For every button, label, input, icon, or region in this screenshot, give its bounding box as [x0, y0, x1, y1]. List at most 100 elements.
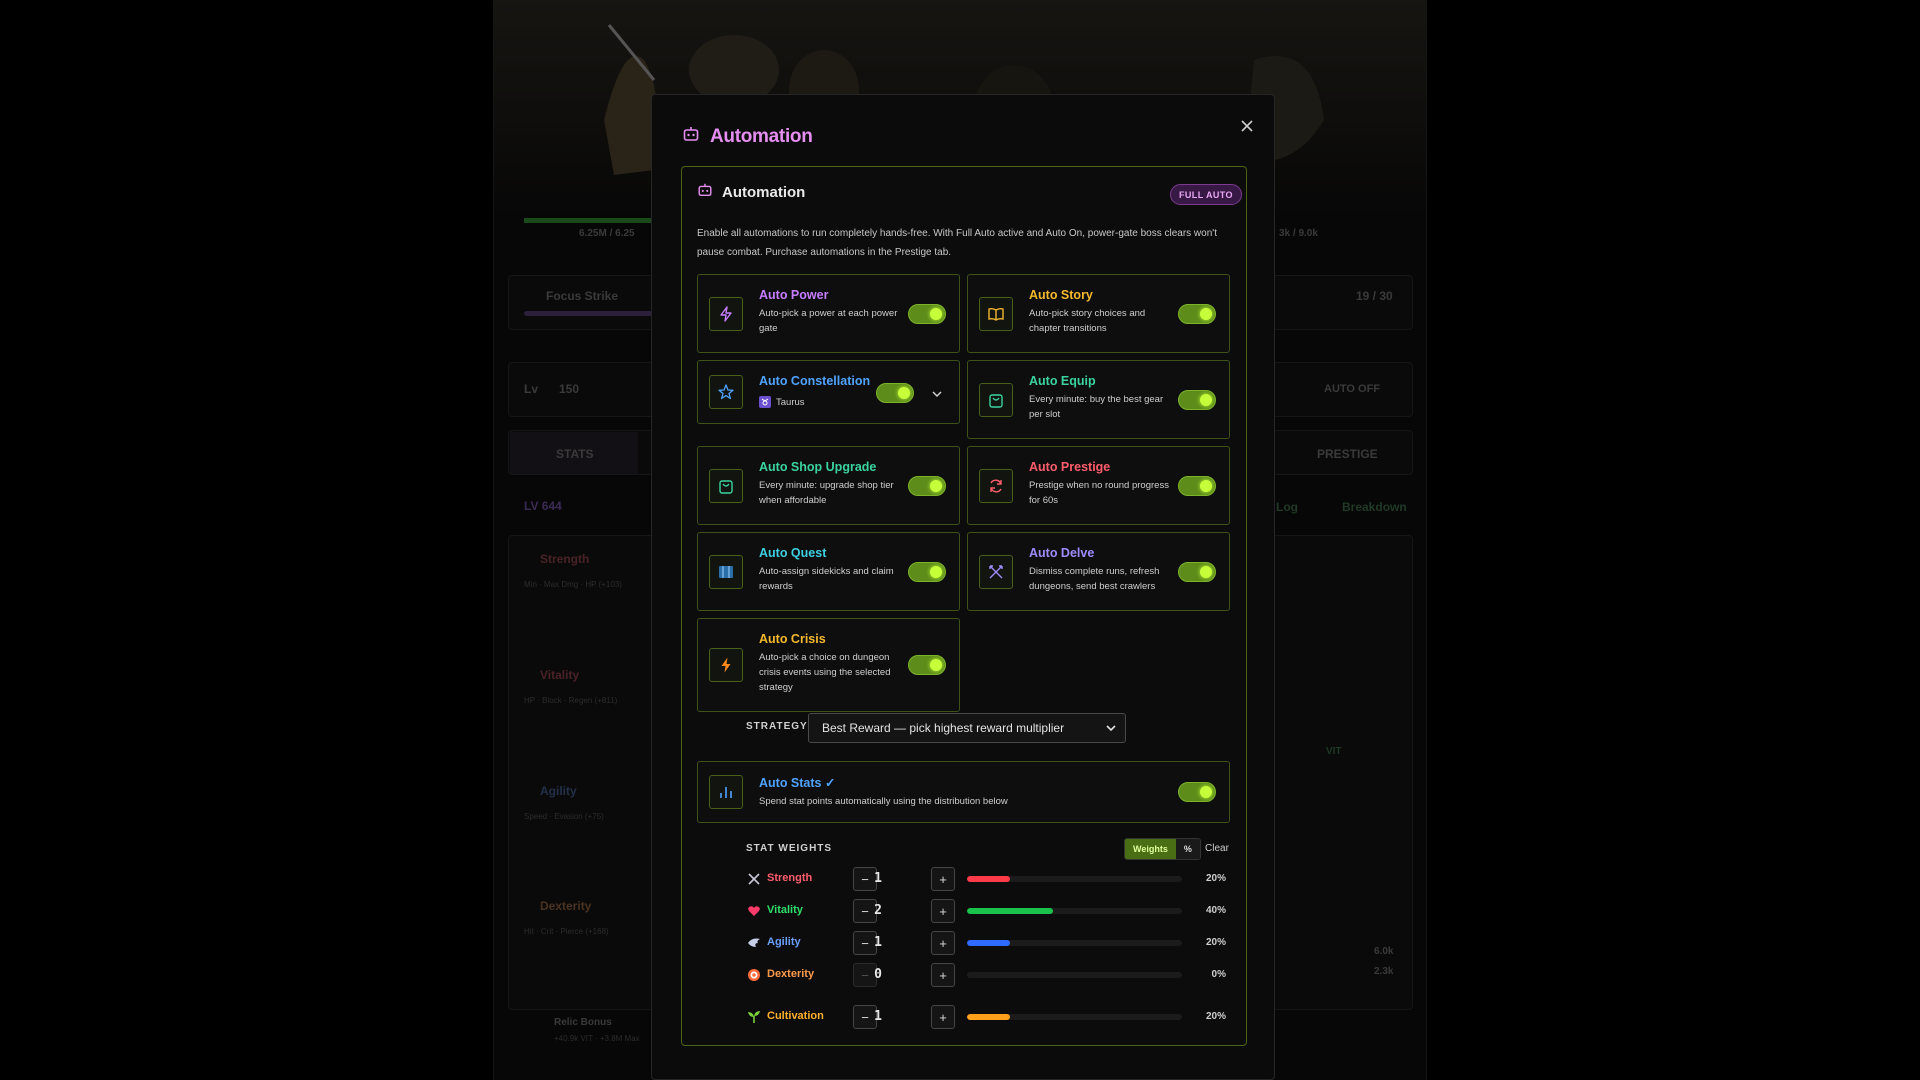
card-auto-constellation: Auto Constellation Taurus	[697, 360, 960, 424]
heart-icon	[746, 903, 762, 919]
auto-constellation-name: Auto Constellation	[759, 374, 871, 388]
auto-quest-toggle[interactable]	[908, 562, 946, 582]
bag-icon	[979, 383, 1013, 417]
auto-prestige-toggle[interactable]	[1178, 476, 1216, 496]
auto-crisis-toggle[interactable]	[908, 655, 946, 675]
auto-power-desc: Auto-pick a power at each power gate	[759, 308, 898, 334]
target-icon	[746, 967, 762, 983]
bg-stat-strength: Strength	[540, 552, 590, 566]
mode-percent-button[interactable]: %	[1175, 839, 1200, 859]
auto-power-toggle[interactable]	[908, 304, 946, 324]
auto-prestige-desc: Prestige when no round progress for 60s	[1029, 480, 1169, 506]
tab-prestige: PRESTIGE	[1317, 447, 1378, 461]
stat-row-dexterity: Dexterity − 0 + 0%	[746, 963, 1226, 987]
dexterity-increment-button[interactable]: +	[931, 963, 955, 987]
bg-stat-dexterity-sub: Hit · Crit · Pierce (+168)	[524, 927, 609, 936]
stat-weight-percent: 20%	[1205, 937, 1226, 948]
close-icon	[1241, 120, 1253, 132]
auto-crisis-name: Auto Crisis	[759, 632, 826, 646]
stat-row-vitality: Vitality − 2 + 40%	[746, 899, 1226, 923]
focus-count: 19 / 30	[1356, 289, 1393, 303]
auto-off-label: AUTO OFF	[1324, 383, 1381, 395]
auto-equip-desc: Every minute: buy the best gear per slot	[1029, 394, 1164, 420]
auto-stats-toggle[interactable]	[1178, 782, 1216, 802]
stat-weight-value: 2	[874, 903, 882, 918]
strength-increment-button[interactable]: +	[931, 867, 955, 891]
auto-power-name: Auto Power	[759, 288, 829, 302]
full-auto-badge[interactable]: FULL AUTO	[1170, 184, 1242, 205]
card-auto-stats: Auto Stats ✓ Spend stat points automatic…	[697, 761, 1230, 823]
hp-left-text: 6.25M / 6.25	[579, 228, 635, 239]
stat-name: Dexterity	[767, 968, 815, 980]
auto-delve-name: Auto Delve	[1029, 546, 1095, 560]
bg-value-b: 2.3k	[1374, 966, 1394, 977]
modal-title: Automation	[710, 125, 813, 147]
lv-badge: LV 644	[524, 499, 562, 513]
auto-constellation-toggle[interactable]	[876, 383, 914, 403]
bg-stat-vitality: Vitality	[540, 668, 580, 682]
weight-mode-toggle: Weights %	[1124, 838, 1201, 860]
cultivation-increment-button[interactable]: +	[931, 1005, 955, 1029]
card-auto-story: Auto Story Auto-pick story choices and c…	[967, 274, 1230, 353]
vitality-increment-button[interactable]: +	[931, 899, 955, 923]
bolt-icon	[709, 648, 743, 682]
card-auto-equip: Auto Equip Every minute: buy the best ge…	[967, 360, 1230, 439]
wing-icon	[746, 935, 762, 951]
stat-weight-fill	[967, 876, 1010, 882]
vit-label: VIT	[1326, 746, 1342, 757]
close-button[interactable]	[1235, 114, 1259, 138]
auto-stats-desc: Spend stat points automatically using th…	[759, 796, 1008, 807]
hp-bar-left	[524, 218, 664, 223]
modal-header: Automation	[682, 125, 813, 148]
auto-story-name: Auto Story	[1029, 288, 1093, 302]
agility-increment-button[interactable]: +	[931, 931, 955, 955]
crossed-swords-icon	[979, 555, 1013, 589]
tab-stats: STATS	[556, 447, 594, 461]
panel-title: Automation	[722, 184, 806, 201]
automation-panel: Automation FULL AUTO Enable all automati…	[681, 166, 1247, 1046]
bag-icon	[709, 469, 743, 503]
auto-delve-toggle[interactable]	[1178, 562, 1216, 582]
stat-weight-bar	[967, 972, 1182, 978]
mode-weights-button[interactable]: Weights	[1125, 839, 1176, 859]
map-icon	[709, 555, 743, 589]
relic-label: Relic Bonus	[554, 1017, 612, 1028]
sprout-icon	[746, 1009, 762, 1025]
stat-weight-percent: 20%	[1205, 873, 1226, 884]
auto-stats-name: Auto Stats ✓	[759, 776, 836, 790]
auto-crisis-desc: Auto-pick a choice on dungeon crisis eve…	[759, 652, 891, 693]
constellation-expand-button[interactable]	[931, 387, 943, 405]
sword-icon	[746, 871, 762, 887]
constellation-selected: Taurus	[759, 396, 805, 408]
card-auto-power: Auto Power Auto-pick a power at each pow…	[697, 274, 960, 353]
auto-quest-desc: Auto-assign sidekicks and claim rewards	[759, 566, 894, 592]
stat-name: Agility	[767, 936, 801, 948]
auto-story-toggle[interactable]	[1178, 304, 1216, 324]
strategy-select[interactable]: Best Reward — pick highest reward multip…	[808, 713, 1126, 743]
bg-value-a: 6.0k	[1374, 946, 1394, 957]
stat-weight-percent: 20%	[1205, 1011, 1226, 1022]
lv-label: Lv	[524, 382, 539, 396]
chevron-down-icon	[1105, 722, 1117, 737]
star-icon	[709, 375, 743, 409]
auto-equip-toggle[interactable]	[1178, 390, 1216, 410]
stat-weight-value: 1	[874, 1009, 882, 1024]
book-icon	[979, 297, 1013, 331]
card-auto-prestige: Auto Prestige Prestige when no round pro…	[967, 446, 1230, 525]
constellation-selected-label: Taurus	[776, 396, 805, 408]
stat-weight-fill	[967, 940, 1010, 946]
stat-weights-label: STAT WEIGHTS	[746, 843, 833, 854]
clear-button[interactable]: Clear	[1205, 843, 1229, 854]
stat-row-agility: Agility − 1 + 20%	[746, 931, 1226, 955]
strategy-value: Best Reward — pick highest reward multip…	[822, 721, 1065, 735]
stat-weight-percent: 0%	[1211, 969, 1226, 980]
stat-weight-fill	[967, 908, 1053, 914]
auto-equip-name: Auto Equip	[1029, 374, 1096, 388]
stat-row-strength: Strength − 1 + 20%	[746, 867, 1226, 891]
auto-prestige-name: Auto Prestige	[1029, 460, 1111, 474]
taurus-icon	[759, 396, 771, 408]
log-label: Log	[1276, 500, 1298, 514]
stat-name: Cultivation	[767, 1010, 824, 1022]
stat-row-cultivation: Cultivation − 1 + 20%	[746, 1005, 1226, 1029]
auto-shop-toggle[interactable]	[908, 476, 946, 496]
